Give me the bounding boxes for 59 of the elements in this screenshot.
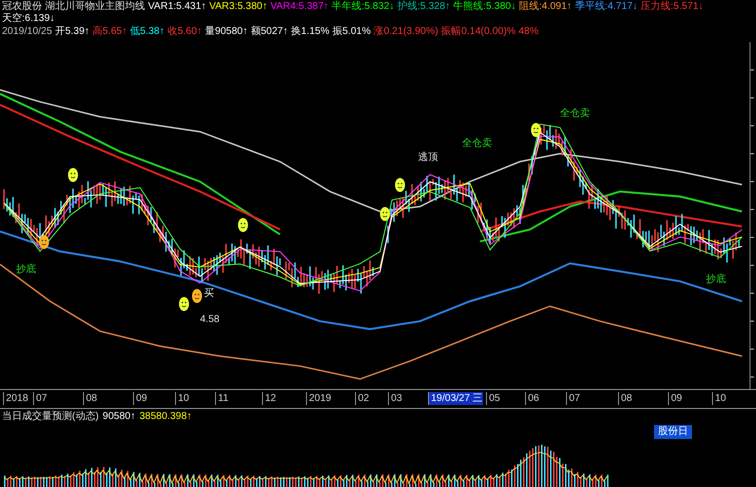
legend-value: 涨0.21(3.90%): [374, 26, 438, 38]
legend-value: 湖北川哥物业主图均线: [45, 1, 145, 13]
legend-value: 收5.60↑: [167, 26, 202, 38]
smiley-icon: [39, 235, 49, 249]
date-label: 03: [388, 392, 402, 405]
date-label: 08: [618, 392, 632, 405]
legend-value: 量90580↑: [204, 26, 248, 38]
legend-value: 阻线:4.091↑: [519, 1, 572, 13]
signal-label: 抄底: [706, 274, 726, 286]
date-label: 02: [355, 392, 370, 405]
legend-value: 换1.15%: [291, 26, 330, 38]
date-label: 06: [525, 392, 540, 405]
legend-value: 季平线:4.717↓: [574, 1, 638, 13]
date-label: 10: [712, 392, 726, 405]
date-label: 19/03/27 三: [428, 392, 483, 405]
legend-value: 振幅0.14(0.00)% 48%: [441, 26, 538, 38]
signal-label: 4.58: [200, 314, 220, 326]
legend-value: 天空:6.139↓: [2, 13, 55, 25]
signal-label: 买: [204, 288, 214, 300]
smiley-icon: [192, 289, 202, 303]
smiley-icon: [179, 297, 189, 311]
logo-badge: 股份日: [654, 425, 692, 439]
date-label: 09: [668, 392, 682, 405]
volume-title: 当日成交量预测(动态): [2, 410, 99, 423]
legend-value: VAR1:5.431↑: [148, 1, 206, 13]
legend-value: 低5.38↑: [130, 26, 164, 38]
legend-value: VAR3:5.380↑: [209, 1, 268, 13]
signal-label: 全仓卖: [560, 108, 590, 120]
legend-value: 牛熊线:5.380↓: [453, 1, 516, 13]
volume-value: 38580.398↑: [139, 410, 192, 423]
smiley-icon: [531, 123, 541, 137]
legend-value: 护线:5.328↑: [397, 1, 450, 13]
legend-value: 半年线:5.832↓: [332, 1, 394, 13]
signal-label: 抄底: [16, 264, 36, 276]
signal-label: 逃顶: [418, 152, 438, 164]
volume-value: 90580↑: [102, 410, 136, 423]
date-label: 09: [133, 392, 148, 405]
date-label: 05: [486, 392, 500, 405]
date-label: 08: [83, 392, 98, 405]
date-label: 07: [566, 392, 580, 405]
legend-value: 压力线:5.571↓: [640, 1, 704, 13]
legend-value: 冠农股份: [2, 1, 42, 12]
date-label: 2018: [3, 392, 28, 405]
legend-value: 振5.01%: [332, 26, 371, 38]
date-label: 10: [175, 392, 190, 405]
date-label: 12: [262, 392, 276, 405]
date-label: 2019: [306, 392, 332, 405]
legend-value: 高5.65↑: [92, 26, 127, 38]
signal-label: 全仓卖: [462, 138, 492, 150]
legend-value: 2019/10/25: [2, 26, 52, 38]
date-label: 11: [215, 392, 228, 405]
smiley-icon: [68, 168, 78, 182]
smiley-icon: [380, 207, 390, 221]
smiley-icon: [238, 218, 248, 232]
legend-value: 额5027↑: [250, 26, 288, 38]
legend-value: 开5.39↑: [55, 26, 90, 38]
smiley-icon: [395, 178, 405, 192]
date-label: 07: [33, 392, 48, 405]
legend-value: VAR4:5.387↑: [270, 1, 329, 13]
